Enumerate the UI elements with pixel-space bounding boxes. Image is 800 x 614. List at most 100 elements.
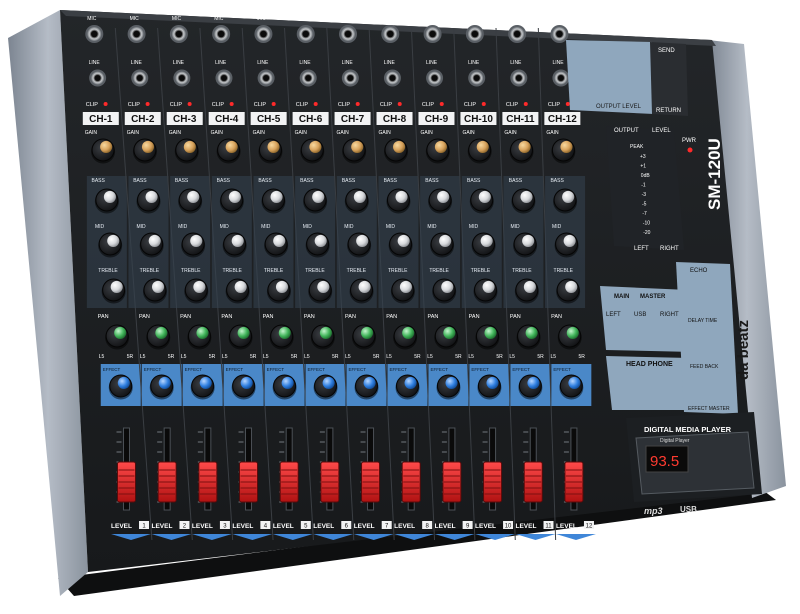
ch3-mid-label: MID <box>178 224 188 230</box>
ch4-bass-label: BASS <box>217 178 231 184</box>
ch8-pan-right-label: 5R <box>414 354 421 360</box>
ch8-bass-label: BASS <box>384 178 398 184</box>
ch11-effect-label: EFFECT <box>512 367 530 372</box>
ch10-pan-left-label: L5 <box>468 354 474 360</box>
ch10-mid-label: MID <box>469 224 479 230</box>
ch9-pan-left-label: L5 <box>427 354 433 360</box>
master-right-label: RIGHT <box>660 312 679 318</box>
master-label: MASTER <box>640 294 666 300</box>
ch12-level-label: LEVEL <box>556 523 577 530</box>
ch9-mic-label: MIC <box>426 16 436 22</box>
ch9-treble-label: TREBLE <box>429 268 449 274</box>
ch1-pan-right-label: 5R <box>127 354 134 360</box>
ch2-level-label: LEVEL <box>151 523 172 530</box>
ch1-effect-label: EFFECT <box>103 367 121 372</box>
ch10-gain-label: GAIN <box>462 130 475 136</box>
ch11-bass-label: BASS <box>509 178 523 184</box>
ch11-mid-label: MID <box>510 224 520 230</box>
ch10-pan-label: PAN <box>469 314 480 320</box>
ch4-effect-label: EFFECT <box>226 367 244 372</box>
ch6-pan-right-label: 5R <box>332 354 339 360</box>
ch3-name-label: CH-3 <box>173 114 197 125</box>
ch11-pan-label: PAN <box>510 314 521 320</box>
ch2-pan-label: PAN <box>139 314 150 320</box>
ch12-bass-label: BASS <box>550 178 564 184</box>
ch9-level-label: LEVEL <box>435 523 456 530</box>
ch10-name-label: CH-10 <box>464 114 493 125</box>
ch12-clip-label: CLIP <box>548 102 561 108</box>
ch3-treble-label: TREBLE <box>181 268 201 274</box>
ch10-clip-label: CLIP <box>464 102 477 108</box>
ch7-gain-label: GAIN <box>337 130 350 136</box>
ch2-line-label: LINE <box>131 60 143 66</box>
ch10-effect-label: EFFECT <box>471 367 489 372</box>
ch12-level-num: 12 <box>586 524 593 530</box>
mp3-logo: mp3 <box>644 506 663 516</box>
ch11-mic-label: MIC <box>511 16 521 22</box>
ch1-level-num: 1 <box>142 524 146 530</box>
effect-master-label: EFFECT MASTER <box>688 406 730 412</box>
ch9-pan-right-label: 5R <box>455 354 462 360</box>
ch9-level-num: 9 <box>466 524 470 530</box>
ch3-pan-left-label: L5 <box>181 354 187 360</box>
ch9-pan-label: PAN <box>427 314 438 320</box>
ch12-mic-label: MIC <box>553 16 563 22</box>
brand-logo-text: da beatz <box>735 320 752 380</box>
meter-scale-label: +3 <box>640 154 646 160</box>
ch10-treble-label: TREBLE <box>471 268 491 274</box>
ch3-effect-label: EFFECT <box>185 367 203 372</box>
ch5-mic-label: MIC <box>257 16 267 22</box>
headphone-label: HEAD PHONE <box>626 361 673 368</box>
ch8-mid-label: MID <box>386 224 396 230</box>
ch10-level-label: LEVEL <box>475 523 496 530</box>
ch2-treble-label: TREBLE <box>140 268 160 274</box>
ch3-line-label: LINE <box>173 60 185 66</box>
master-left-label: LEFT <box>606 312 621 318</box>
ch11-name-label: CH-11 <box>506 114 535 125</box>
meter-peak-label: PEAK <box>630 144 644 150</box>
media-player-frequency: 93.5 <box>650 453 679 470</box>
ch5-name-label: CH-5 <box>257 114 281 125</box>
meter-scale-label: -1 <box>641 183 646 189</box>
return-label: RETURN <box>656 108 681 114</box>
ch3-bass-label: BASS <box>175 178 189 184</box>
ch6-clip-label: CLIP <box>296 102 309 108</box>
ch1-mic-label: MIC <box>87 16 97 22</box>
ch8-treble-label: TREBLE <box>388 268 408 274</box>
meter-level-label: LEVEL <box>652 128 671 134</box>
ch8-clip-label: CLIP <box>380 102 393 108</box>
ch2-level-num: 2 <box>183 524 187 530</box>
ch6-name-label: CH-6 <box>299 114 323 125</box>
ch12-treble-label: TREBLE <box>554 268 574 274</box>
ch8-pan-left-label: L5 <box>386 354 392 360</box>
ch12-gain-label: GAIN <box>546 130 559 136</box>
ch5-bass-label: BASS <box>258 178 272 184</box>
ch3-pan-right-label: 5R <box>209 354 216 360</box>
feed-back-label: FEED BACK <box>690 364 719 370</box>
meter-right-label: RIGHT <box>660 246 679 252</box>
ch5-gain-label: GAIN <box>253 130 266 136</box>
ch8-name-label: CH-8 <box>383 114 407 125</box>
ch4-pan-left-label: L5 <box>222 354 228 360</box>
ch8-gain-label: GAIN <box>379 130 392 136</box>
ch2-clip-label: CLIP <box>128 102 141 108</box>
ch3-gain-label: GAIN <box>169 130 182 136</box>
ch8-mic-label: MIC <box>384 16 394 22</box>
ch10-mic-label: MIC <box>468 16 478 22</box>
ch7-mid-label: MID <box>344 224 354 230</box>
ch7-mic-label: MIC <box>341 16 351 22</box>
delay-time-label: DELAY TIME <box>688 318 718 324</box>
ch2-mid-label: MID <box>137 224 147 230</box>
meter-output-label: OUTPUT <box>614 128 639 134</box>
ch6-gain-label: GAIN <box>295 130 308 136</box>
output-level-label: OUTPUT LEVEL <box>596 104 642 110</box>
ch4-line-label: LINE <box>215 60 227 66</box>
ch7-clip-label: CLIP <box>338 102 351 108</box>
ch10-pan-right-label: 5R <box>496 354 503 360</box>
ch1-pan-label: PAN <box>98 314 109 320</box>
ch7-bass-label: BASS <box>342 178 356 184</box>
ch4-clip-label: CLIP <box>212 102 225 108</box>
send-label: SEND <box>658 48 675 54</box>
main-label: MAIN <box>614 294 629 300</box>
ch7-level-num: 7 <box>385 524 389 530</box>
